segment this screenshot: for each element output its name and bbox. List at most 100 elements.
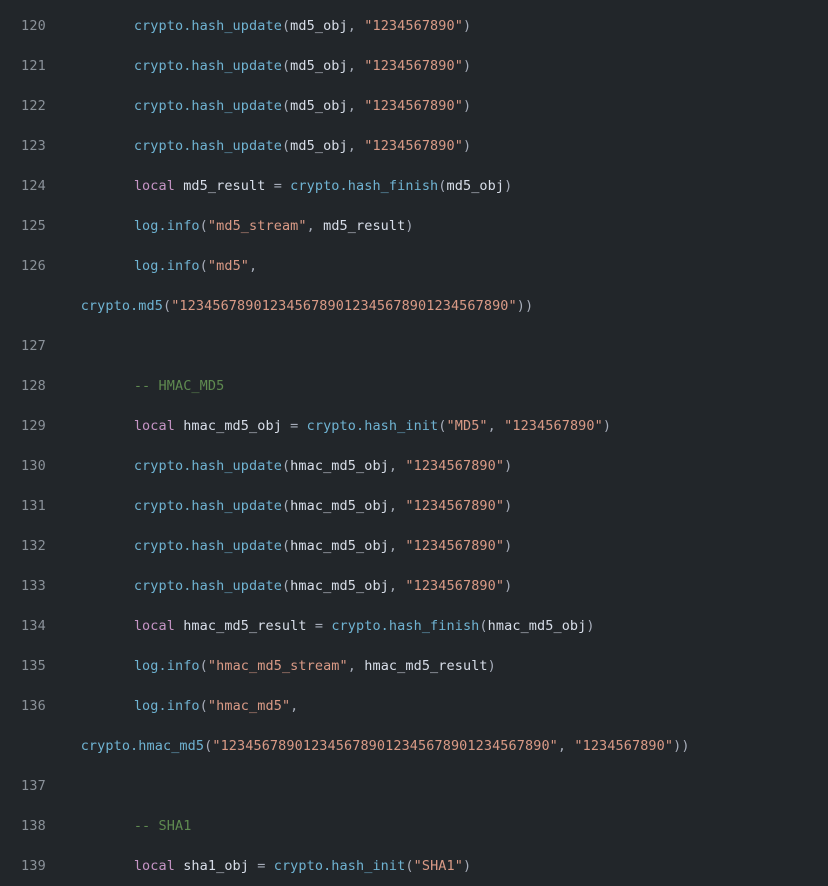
token-str: "hmac_md5_stream" [207, 658, 348, 674]
token-punct: ) [405, 218, 414, 234]
line-number: 125 [21, 218, 46, 234]
token-punct: ) [462, 18, 472, 34]
token-fn: crypto.hash_init [306, 418, 439, 434]
line-content[interactable]: crypto.hash_update(md5_obj, "1234567890"… [56, 86, 828, 126]
token-punct: ( [281, 578, 291, 594]
line-content[interactable]: log.info("hmac_md5_stream", hmac_md5_res… [56, 646, 828, 686]
code-line[interactable]: 120 crypto.hash_update(md5_obj, "1234567… [0, 6, 828, 46]
line-number: 120 [21, 18, 46, 34]
code-line[interactable]: 135 log.info("hmac_md5_stream", hmac_md5… [0, 646, 828, 686]
line-content[interactable]: crypto.hash_update(hmac_md5_obj, "123456… [56, 446, 828, 486]
code-line[interactable]: 131 crypto.hash_update(hmac_md5_obj, "12… [0, 486, 828, 526]
line-number: 133 [21, 578, 46, 594]
line-content[interactable]: crypto.hash_update(hmac_md5_obj, "123456… [56, 526, 828, 566]
line-content[interactable]: log.info("hmac_md5", [56, 686, 828, 726]
code-line[interactable]: 133 crypto.hash_update(hmac_md5_obj, "12… [0, 566, 828, 606]
line-content[interactable]: local hmac_md5_result = crypto.hash_fini… [56, 606, 828, 646]
line-number: 123 [21, 138, 46, 154]
token-plain: md5_result [323, 218, 406, 234]
token-punct: ) [462, 58, 472, 74]
line-content[interactable]: -- HMAC_MD5 [56, 366, 828, 406]
token-str: "1234567890" [364, 18, 463, 34]
code-line[interactable]: 134 local hmac_md5_result = crypto.hash_… [0, 606, 828, 646]
line-content[interactable]: crypto.hash_update(md5_obj, "1234567890"… [56, 126, 828, 166]
line-number: 134 [21, 618, 46, 634]
line-content[interactable]: local hmac_md5_obj = crypto.hash_init("M… [56, 406, 828, 446]
code-line[interactable]: 129 local hmac_md5_obj = crypto.hash_ini… [0, 406, 828, 446]
code-line[interactable]: 130 crypto.hash_update(hmac_md5_obj, "12… [0, 446, 828, 486]
token-fn: crypto.md5 [80, 298, 163, 314]
token-fn: crypto.hash_update [133, 58, 282, 74]
token-com: -- HMAC_MD5 [133, 378, 225, 394]
code-line[interactable]: 124 local md5_result = crypto.hash_finis… [0, 166, 828, 206]
line-content[interactable]: local md5_result = crypto.hash_finish(md… [56, 166, 828, 206]
token-punct: ) [504, 538, 513, 554]
code-line[interactable]: 121 crypto.hash_update(md5_obj, "1234567… [0, 46, 828, 86]
token-punct: , [557, 738, 575, 754]
code-line[interactable]: 122 crypto.hash_update(md5_obj, "1234567… [0, 86, 828, 126]
token-punct: , [306, 218, 324, 234]
code-line[interactable]: 139 local sha1_obj = crypto.hash_init("S… [0, 846, 828, 886]
code-line[interactable]: 123 crypto.hash_update(md5_obj, "1234567… [0, 126, 828, 166]
line-content[interactable]: local sha1_obj = crypto.hash_init("SHA1"… [56, 846, 828, 886]
token-punct: ( [438, 418, 447, 434]
token-punct: ( [281, 538, 291, 554]
token-fn: crypto.hash_update [133, 458, 282, 474]
line-content[interactable]: crypto.hash_update(hmac_md5_obj, "123456… [56, 566, 828, 606]
line-content[interactable]: log.info("md5_stream", md5_result) [56, 206, 828, 246]
token-punct: ) [462, 858, 472, 874]
token-punct: ) [504, 578, 513, 594]
token-punct: ( [405, 858, 414, 874]
line-content[interactable]: crypto.hash_update(md5_obj, "1234567890"… [56, 6, 828, 46]
token-str: "SHA1" [413, 858, 463, 874]
code-line[interactable]: 128 -- HMAC_MD5 [0, 366, 828, 406]
line-content[interactable]: crypto.md5("1234567890123456789012345678… [56, 286, 828, 326]
token-str: "123456789012345678901234567890123456789… [171, 298, 517, 314]
token-punct: , [347, 58, 365, 74]
token-fn: crypto.hash_init [273, 858, 406, 874]
token-punct: ( [162, 298, 172, 314]
token-punct: , [347, 18, 365, 34]
code-line[interactable]: 132 crypto.hash_update(hmac_md5_obj, "12… [0, 526, 828, 566]
token-punct: , [487, 418, 505, 434]
line-content[interactable]: crypto.hash_update(hmac_md5_obj, "123456… [56, 486, 828, 526]
token-punct: , [388, 538, 406, 554]
token-punct: ( [199, 258, 208, 274]
code-line[interactable]: 137 [0, 766, 828, 806]
line-number: 121 [21, 58, 46, 74]
code-line[interactable]: 126 log.info("md5", [0, 246, 828, 286]
code-line-list: 120 crypto.hash_update(md5_obj, "1234567… [0, 6, 828, 886]
code-line-wrapped[interactable]: crypto.md5("1234567890123456789012345678… [0, 286, 828, 326]
line-content[interactable]: crypto.hash_update(md5_obj, "1234567890"… [56, 46, 828, 86]
code-line[interactable]: 136 log.info("hmac_md5", [0, 686, 828, 726]
token-plain: hmac_md5_obj [290, 578, 389, 594]
line-content[interactable]: crypto.hmac_md5("12345678901234567890123… [56, 726, 828, 766]
line-number: 126 [21, 258, 46, 274]
token-str: "1234567890" [364, 98, 463, 114]
line-content[interactable]: -- SHA1 [56, 806, 828, 846]
token-punct: ) [602, 418, 612, 434]
token-str: "MD5" [446, 418, 488, 434]
code-line[interactable]: 125 log.info("md5_stream", md5_result) [0, 206, 828, 246]
code-line[interactable]: 138 -- SHA1 [0, 806, 828, 846]
code-viewer[interactable]: 120 crypto.hash_update(md5_obj, "1234567… [0, 0, 828, 874]
token-plain: md5_obj [290, 58, 348, 74]
line-number: 122 [21, 98, 46, 114]
token-punct: ( [281, 98, 291, 114]
token-punct: ( [281, 58, 291, 74]
token-punct: ) [487, 658, 496, 674]
code-line-wrapped[interactable]: crypto.hmac_md5("12345678901234567890123… [0, 726, 828, 766]
code-line[interactable]: 127 [0, 326, 828, 366]
line-content[interactable]: log.info("md5", [56, 246, 828, 286]
